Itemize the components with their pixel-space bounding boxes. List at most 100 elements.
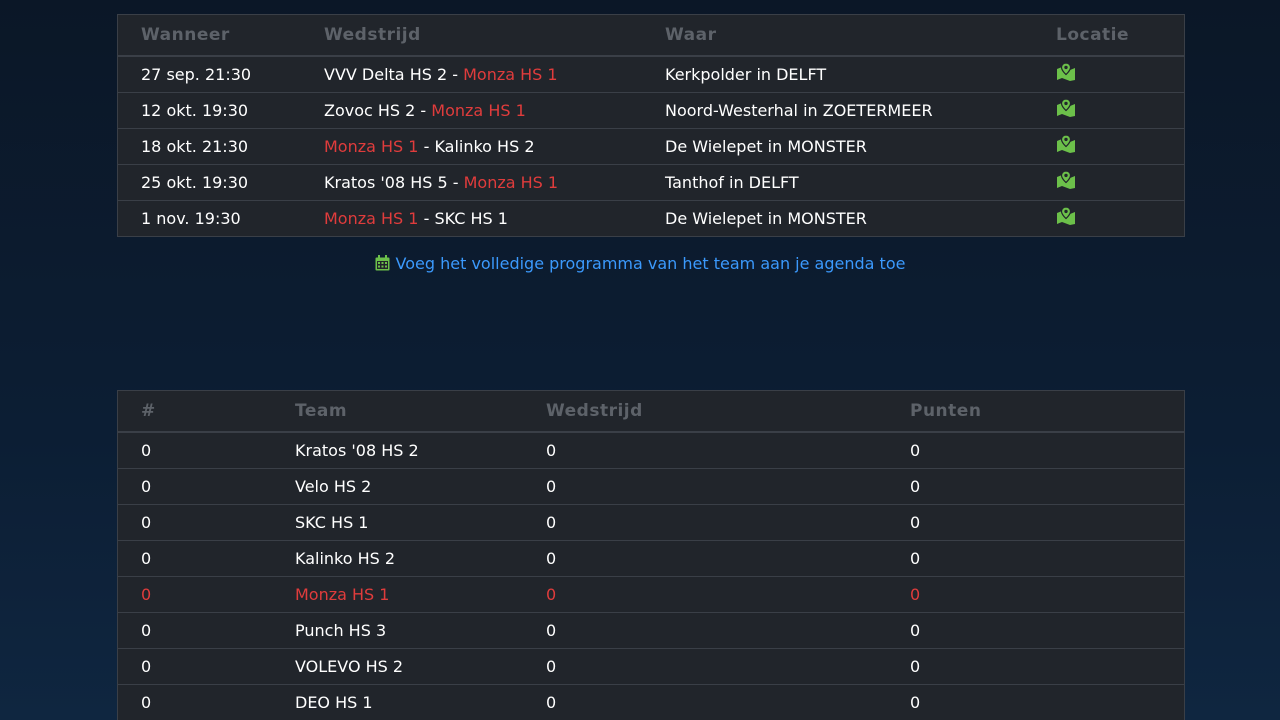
team-rank: 0 (118, 575, 272, 612)
match-location (1033, 199, 1184, 236)
away-team: Monza HS 1 (431, 100, 526, 120)
standings-header-matches: Wedstrijd (523, 391, 887, 433)
team-rank: 0 (118, 611, 272, 648)
standings-row: 0 Velo HS 200 (118, 467, 1184, 504)
match-location (1033, 163, 1184, 200)
match-location (1033, 127, 1184, 164)
standings-row: 0 Kalinko HS 200 (118, 539, 1184, 576)
standings-row: 0 Monza HS 100 (118, 575, 1184, 612)
schedule-header-location: Locatie (1033, 15, 1184, 57)
team-name: Kratos '08 HS 2 (295, 440, 419, 460)
away-team: SKC HS 1 (434, 208, 508, 228)
schedule-row: 27 sep. 21:30 VVV Delta HS 2 - Monza HS 1… (118, 56, 1184, 92)
team-name: DEO HS 1 (272, 683, 523, 720)
team-separator: - (415, 100, 432, 120)
standings-row: 0 VOLEVO HS 200 (118, 647, 1184, 684)
match-venue: De Wielepet in MONSTER (642, 127, 1033, 164)
add-to-agenda-link[interactable]: Voeg het volledige programma van het tea… (396, 254, 906, 273)
team-matches: 0 (523, 683, 887, 720)
match-date: 12 okt. 19:30 (118, 91, 301, 128)
team-name: VOLEVO HS 2 (272, 647, 523, 684)
match-venue: Noord-Westerhal in ZOETERMEER (642, 91, 1033, 128)
team-matches: 0 (523, 647, 887, 684)
team-matches: 0 (523, 539, 887, 576)
home-team: VVV Delta HS 2 (324, 64, 448, 84)
match-location (1033, 91, 1184, 128)
standings-header-points: Punten (887, 391, 1184, 433)
team-rank: 0 (118, 467, 272, 504)
away-team: Kalinko HS 2 (434, 136, 535, 156)
match-date: 25 okt. 19:30 (118, 163, 301, 200)
away-team: Monza HS 1 (463, 64, 558, 84)
team-points: 0 (887, 611, 1184, 648)
schedule-row: 18 okt. 21:30 Monza HS 1 - Kalinko HS 2 De… (118, 127, 1184, 164)
team-name: SKC HS 1 (272, 503, 523, 540)
map-marker-icon[interactable] (1056, 206, 1076, 229)
team-matches: 0 (523, 503, 887, 540)
team-name: Velo HS 2 (272, 467, 523, 504)
map-marker-icon[interactable] (1056, 98, 1076, 121)
schedule-header-where: Waar (642, 15, 1033, 57)
schedule-row: 25 okt. 19:30 Kratos '08 HS 5 - Monza HS … (118, 163, 1184, 200)
team-separator: - (418, 136, 435, 156)
team-rank: 0 (118, 503, 272, 540)
standings-row: 0 Kratos '08 HS 2 0 0 (118, 432, 1184, 468)
standings-table: # Team Wedstrijd Punten 0 Kratos '08 HS 2… (117, 390, 1185, 720)
agenda-link-row: Voeg het volledige programma van het tea… (0, 254, 1280, 275)
schedule-table: Wanneer Wedstrijd Waar Locatie 27 sep. 2… (117, 14, 1185, 237)
team-matches: 0 (546, 440, 557, 460)
team-rank: 0 (118, 539, 272, 576)
standings-header-team: Team (272, 391, 523, 433)
team-rank: 0 (118, 647, 272, 684)
schedule-header-when: Wanneer (118, 15, 301, 57)
team-points: 0 (887, 647, 1184, 684)
calendar-icon (375, 255, 390, 275)
home-team: Monza HS 1 (324, 208, 419, 228)
away-team: Monza HS 1 (463, 172, 559, 192)
team-matches: 0 (523, 611, 887, 648)
match-teams: Zovoc HS 2 - Monza HS 1 (301, 91, 642, 128)
standings-row: 0 Punch HS 300 (118, 611, 1184, 648)
map-marker-icon[interactable] (1056, 134, 1076, 157)
team-points: 0 (887, 467, 1184, 504)
match-teams: Kratos '08 HS 5 - Monza HS 1 (301, 163, 642, 200)
map-marker-icon[interactable] (1056, 62, 1076, 85)
home-team: Monza HS 1 (324, 136, 419, 156)
team-rank: 0 (118, 683, 272, 720)
team-name: Monza HS 1 (272, 575, 523, 612)
match-date: 18 okt. 21:30 (118, 127, 301, 164)
match-date: 27 sep. 21:30 (141, 64, 252, 84)
standings-row: 0 SKC HS 100 (118, 503, 1184, 540)
team-matches: 0 (523, 575, 887, 612)
match-date: 1 nov. 19:30 (118, 199, 301, 236)
team-points: 0 (887, 539, 1184, 576)
standings-header-rank: # (118, 391, 272, 433)
match-teams: VVV Delta HS 2 - Monza HS 1 (301, 56, 642, 92)
schedule-header-match: Wedstrijd (301, 15, 642, 57)
team-points: 0 (910, 440, 921, 460)
match-venue: De Wielepet in MONSTER (642, 199, 1033, 236)
match-teams: Monza HS 1 - SKC HS 1 (301, 199, 642, 236)
team-separator: - (418, 208, 435, 228)
match-venue: Kerkpolder in DELFT (665, 64, 827, 84)
team-matches: 0 (523, 467, 887, 504)
team-points: 0 (887, 683, 1184, 720)
match-teams: Monza HS 1 - Kalinko HS 2 (301, 127, 642, 164)
standings-header-row: # Team Wedstrijd Punten (118, 391, 1184, 433)
schedule-header-row: Wanneer Wedstrijd Waar Locatie (118, 15, 1184, 57)
team-rank: 0 (141, 440, 152, 460)
team-name: Kalinko HS 2 (272, 539, 523, 576)
team-separator: - (447, 172, 464, 192)
match-location (1033, 56, 1184, 92)
standings-row: 0 DEO HS 100 (118, 683, 1184, 720)
schedule-row: 1 nov. 19:30 Monza HS 1 - SKC HS 1 De Wiel… (118, 199, 1184, 236)
team-points: 0 (887, 503, 1184, 540)
schedule-row: 12 okt. 19:30 Zovoc HS 2 - Monza HS 1 Noor… (118, 91, 1184, 128)
team-points: 0 (887, 575, 1184, 612)
map-marker-icon[interactable] (1056, 170, 1076, 193)
team-name: Punch HS 3 (272, 611, 523, 648)
home-team: Kratos '08 HS 5 (324, 172, 448, 192)
home-team: Zovoc HS 2 (324, 100, 416, 120)
match-venue: Tanthof in DELFT (642, 163, 1033, 200)
team-separator: - (447, 64, 464, 84)
